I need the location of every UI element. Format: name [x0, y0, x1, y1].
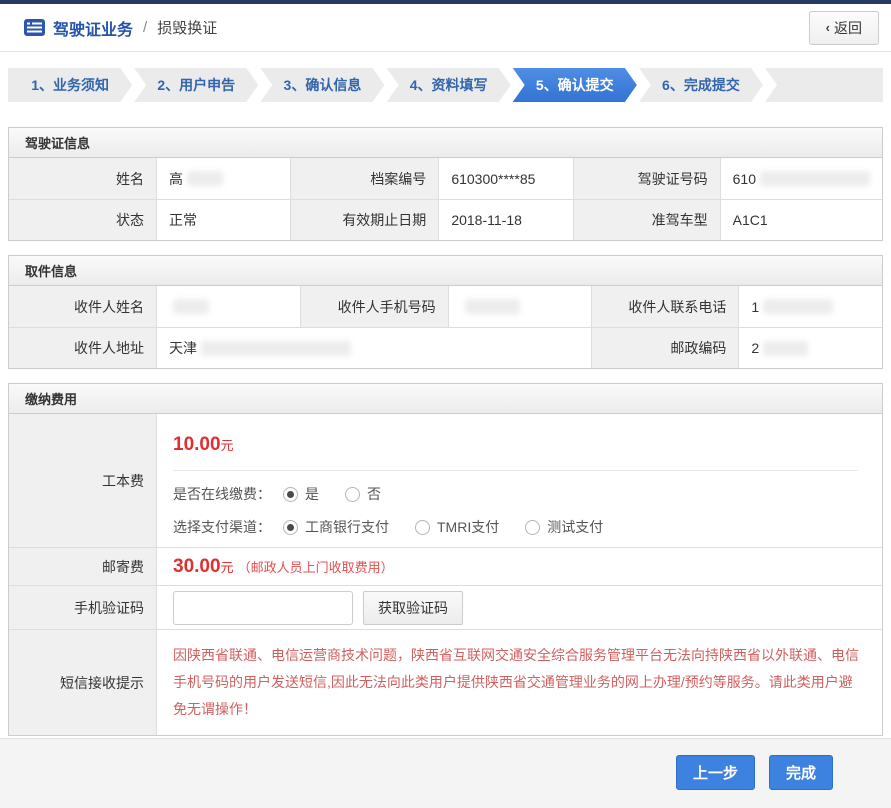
pickup-info-panel-title: 取件信息 [9, 256, 882, 286]
recipient-phone-value: 1 [738, 286, 882, 327]
redacted-value [173, 299, 209, 314]
radio-unselected-icon [415, 520, 430, 535]
redacted-value [760, 171, 870, 186]
page-title: 损毁换证 [157, 17, 217, 38]
production-cost-label: 工本费 [9, 414, 156, 547]
radio-online-no[interactable]: 否 [345, 484, 381, 504]
pickup-info-table: 收件人姓名 收件人手机号码 收件人联系电话 1 收件人地址 天津 邮政编码 2 [9, 286, 882, 368]
step-wizard: 1、业务须知 2、用户申告 3、确认信息 4、资料填写 5、确认提交 6、完成提… [8, 68, 883, 102]
breadcrumb-separator: / [143, 19, 147, 36]
step-3-confirm-info[interactable]: 3、确认信息 [260, 68, 384, 102]
radio-online-yes[interactable]: 是 [283, 484, 319, 504]
mail-fee-label: 邮寄费 [9, 547, 156, 585]
captcha-input[interactable] [173, 591, 353, 625]
step-bar-filler [765, 68, 883, 102]
radio-channel-tmri[interactable]: TMRI支付 [415, 517, 499, 537]
app-title: 驾驶证业务 [53, 16, 133, 40]
license-info-panel-title: 驾驶证信息 [9, 128, 882, 158]
footer-action-bar: 上一步 完成 [0, 738, 891, 808]
redacted-value [763, 299, 833, 314]
header: 驾驶证业务 / 损毁换证 ‹ 返回 [0, 4, 891, 52]
radio-selected-icon [283, 487, 298, 502]
recipient-name-value [156, 286, 300, 327]
redacted-value [187, 171, 223, 186]
finish-button[interactable]: 完成 [769, 755, 833, 790]
vehicle-class-value: A1C1 [720, 199, 882, 240]
recipient-phone-label: 收件人联系电话 [591, 286, 738, 327]
sms-tip-cell: 因陕西省联通、电信运营商技术问题，陕西省互联网交通安全综合服务管理平台无法向持陕… [156, 629, 882, 735]
pay-channel-caption: 选择支付渠道： [173, 517, 271, 537]
captcha-cell: 获取验证码 [156, 585, 882, 629]
license-list-icon [24, 19, 45, 36]
radio-online-no-label: 否 [367, 484, 381, 504]
radio-channel-test[interactable]: 测试支付 [525, 517, 603, 537]
file-number-label: 档案编号 [290, 158, 438, 199]
status-value: 正常 [156, 199, 290, 240]
radio-unselected-icon [525, 520, 540, 535]
radio-online-yes-label: 是 [305, 484, 319, 504]
pay-channel-option-row: 选择支付渠道： 工商银行支付 TMRI支付 测试支付 [173, 517, 866, 537]
production-cost-cell: 10.00元 是否在线缴费： 是 否 选择支付渠道： 工商银行支付 [156, 414, 882, 547]
mail-fee-note: （邮政人员上门收取费用） [238, 557, 394, 576]
expiry-date-label: 有效期止日期 [290, 199, 438, 240]
get-captcha-button[interactable]: 获取验证码 [363, 591, 463, 625]
redacted-value [201, 341, 351, 356]
license-info-panel: 驾驶证信息 姓名 高 档案编号 610300****85 驾驶证号码 610 状… [8, 127, 883, 241]
production-cost-amount: 10.00元 [173, 424, 866, 470]
license-number-value: 610 [720, 158, 882, 199]
expiry-date-value: 2018-11-18 [438, 199, 572, 240]
sms-tip-text: 因陕西省联通、电信运营商技术问题，陕西省互联网交通安全综合服务管理平台无法向持陕… [173, 642, 866, 723]
postal-code-label: 邮政编码 [591, 327, 738, 368]
file-number-value: 610300****85 [438, 158, 572, 199]
recipient-address-label: 收件人地址 [9, 327, 156, 368]
step-6-finish-submit[interactable]: 6、完成提交 [639, 68, 763, 102]
previous-step-button[interactable]: 上一步 [676, 755, 755, 790]
step-5-confirm-submit[interactable]: 5、确认提交 [513, 68, 637, 102]
step-4-fill-data[interactable]: 4、资料填写 [387, 68, 511, 102]
license-number-label: 驾驶证号码 [573, 158, 720, 199]
name-label: 姓名 [9, 158, 156, 199]
step-1-business-notice[interactable]: 1、业务须知 [8, 68, 132, 102]
name-value: 高 [156, 158, 290, 199]
radio-channel-test-label: 测试支付 [547, 517, 603, 537]
online-pay-option-row: 是否在线缴费： 是 否 [173, 484, 866, 504]
divider [173, 470, 858, 471]
breadcrumb: 驾驶证业务 / 损毁换证 [24, 16, 217, 40]
mail-fee-cell: 30.00元 （邮政人员上门收取费用） [156, 547, 882, 585]
back-button[interactable]: ‹ 返回 [809, 11, 879, 45]
step-2-user-declaration[interactable]: 2、用户申告 [134, 68, 258, 102]
radio-channel-icbc-label: 工商银行支付 [305, 517, 389, 537]
license-info-table: 姓名 高 档案编号 610300****85 驾驶证号码 610 状态 正常 有… [9, 158, 882, 240]
radio-channel-icbc[interactable]: 工商银行支付 [283, 517, 389, 537]
radio-selected-icon [283, 520, 298, 535]
recipient-name-label: 收件人姓名 [9, 286, 156, 327]
online-pay-caption: 是否在线缴费： [173, 484, 271, 504]
back-label: 返回 [834, 18, 862, 38]
status-label: 状态 [9, 199, 156, 240]
sms-tip-label: 短信接收提示 [9, 629, 156, 735]
redacted-value [763, 341, 808, 356]
pickup-info-panel: 取件信息 收件人姓名 收件人手机号码 收件人联系电话 1 收件人地址 天津 邮政… [8, 255, 883, 369]
vehicle-class-label: 准驾车型 [573, 199, 720, 240]
captcha-label: 手机验证码 [9, 585, 156, 629]
fees-table: 工本费 10.00元 是否在线缴费： 是 否 选择支付渠道： [9, 414, 882, 735]
postal-code-value: 2 [738, 327, 882, 368]
radio-channel-tmri-label: TMRI支付 [437, 517, 499, 537]
fees-panel: 缴纳费用 工本费 10.00元 是否在线缴费： 是 否 选择支付渠道： [8, 383, 883, 736]
recipient-address-value: 天津 [156, 327, 591, 368]
redacted-value [465, 299, 520, 314]
recipient-mobile-label: 收件人手机号码 [300, 286, 448, 327]
back-chevron-icon: ‹ [826, 20, 830, 35]
recipient-mobile-value [448, 286, 592, 327]
fees-panel-title: 缴纳费用 [9, 384, 882, 414]
radio-unselected-icon [345, 487, 360, 502]
